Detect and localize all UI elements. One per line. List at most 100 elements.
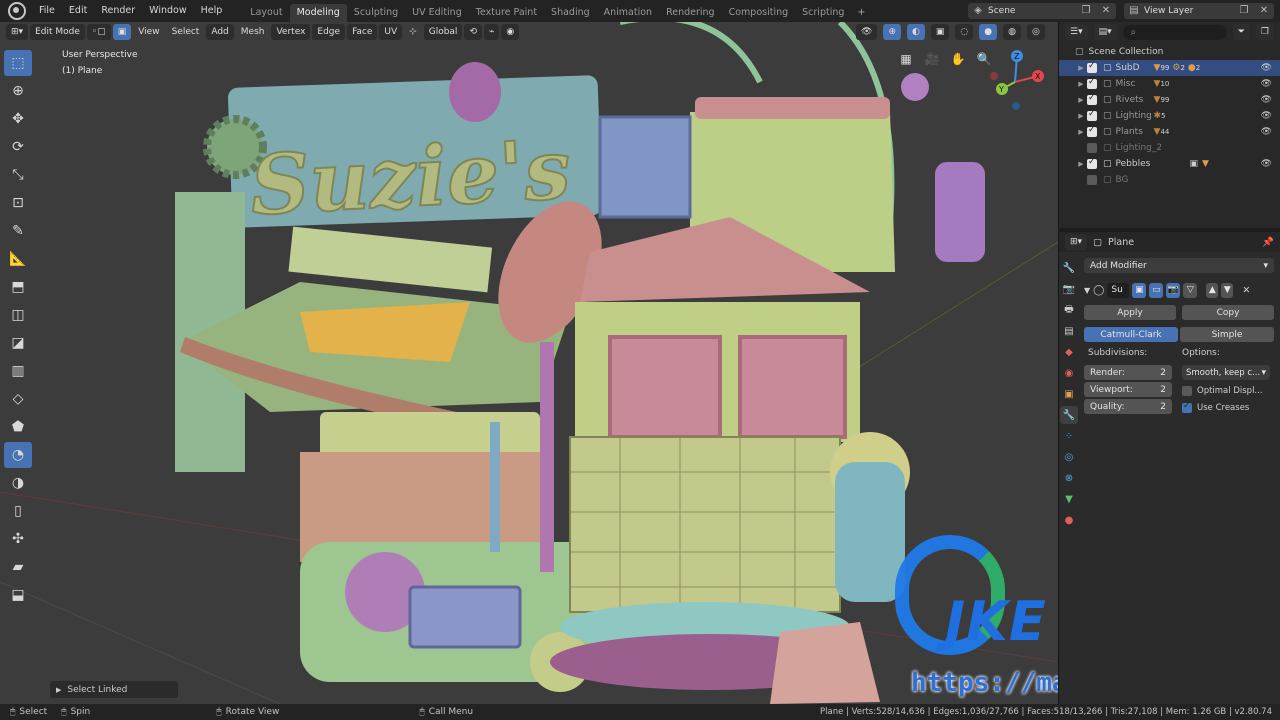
catmull-clark-button[interactable]: Catmull-Clark: [1084, 327, 1178, 342]
render-tab-icon[interactable]: 📷: [1060, 280, 1078, 298]
copy-icon[interactable]: ❐: [1080, 5, 1092, 17]
view-layer-selector[interactable]: ▤ View Layer ❐ ✕: [1124, 3, 1274, 19]
outliner-item-lighting-2[interactable]: ▢ Lighting_2: [1059, 140, 1280, 156]
loop-cut-tool-icon[interactable]: ▥: [4, 358, 32, 384]
menu-window[interactable]: Window: [142, 0, 193, 22]
rotate-tool-icon[interactable]: ⟳: [4, 134, 32, 160]
menu-help[interactable]: Help: [194, 0, 230, 22]
cursor-tool-icon[interactable]: ⊕: [4, 78, 32, 104]
pivot-icon[interactable]: ⟲: [464, 24, 482, 40]
tab-modeling[interactable]: Modeling: [289, 4, 347, 22]
menu-mesh[interactable]: Mesh: [236, 24, 270, 40]
orientation-icon[interactable]: ⊹: [404, 24, 422, 40]
physics-tab-icon[interactable]: ◎: [1060, 448, 1078, 466]
tab-scripting[interactable]: Scripting: [795, 4, 851, 22]
menu-uv[interactable]: UV: [379, 24, 403, 40]
expand-arrow-icon[interactable]: ▶: [1075, 80, 1087, 88]
collection-checkbox[interactable]: [1087, 175, 1097, 185]
object-tab-icon[interactable]: ▣: [1060, 385, 1078, 403]
collection-checkbox[interactable]: [1087, 157, 1097, 169]
tab-animation[interactable]: Animation: [597, 4, 659, 22]
smooth-tool-icon[interactable]: ◑: [4, 470, 32, 496]
move-tool-icon[interactable]: ✥: [4, 106, 32, 132]
expand-arrow-icon[interactable]: ▶: [1075, 96, 1087, 104]
editor-type-button[interactable]: ⊞▾: [6, 24, 29, 40]
outliner-item-plants[interactable]: ▶ ▢ Plants ▼44 👁: [1059, 124, 1280, 140]
copy-icon[interactable]: ❐: [1238, 5, 1250, 17]
visibility-eye-icon[interactable]: 👁: [1261, 63, 1272, 73]
orientation-selector[interactable]: Global: [423, 24, 463, 40]
collection-checkbox[interactable]: [1087, 77, 1097, 89]
menu-edge[interactable]: Edge: [312, 24, 346, 40]
viewport-levels-field[interactable]: Viewport: 2: [1084, 382, 1172, 397]
outliner-search-input[interactable]: ⌕: [1122, 24, 1227, 40]
scene-tab-icon[interactable]: ◆: [1060, 343, 1078, 361]
visibility-eye-icon[interactable]: 👁: [1261, 79, 1272, 89]
optimal-display-row[interactable]: Optimal Displ...: [1182, 383, 1270, 398]
expand-arrow-icon[interactable]: ▶: [1075, 128, 1087, 136]
gizmo-toggle-icon[interactable]: ⊕: [883, 24, 901, 40]
face-select-button[interactable]: ▣: [112, 24, 132, 40]
camera-view-icon[interactable]: 🎥: [921, 48, 943, 70]
display-mode-icon[interactable]: ▤▾: [1093, 24, 1117, 40]
blender-logo-icon[interactable]: [8, 2, 26, 20]
quality-field[interactable]: Quality: 2: [1084, 399, 1172, 414]
expand-arrow-icon[interactable]: ▶: [1075, 112, 1087, 120]
visibility-eye-icon[interactable]: 👁: [1261, 95, 1272, 105]
tab-sculpting[interactable]: Sculpting: [347, 4, 405, 22]
shading-rendered-icon[interactable]: ◎: [1026, 24, 1045, 40]
outliner-item-misc[interactable]: ▶ ▢ Misc ▼10 👁: [1059, 76, 1280, 92]
constraints-tab-icon[interactable]: ⊗: [1060, 469, 1078, 487]
apply-button[interactable]: Apply: [1084, 305, 1176, 320]
shear-tool-icon[interactable]: ▰: [4, 554, 32, 580]
rip-tool-icon[interactable]: ⬓: [4, 582, 32, 608]
menu-face[interactable]: Face: [347, 24, 378, 40]
pan-hand-icon[interactable]: ✋: [947, 48, 969, 70]
tab-texture-paint[interactable]: Texture Paint: [469, 4, 544, 22]
modifier-tab-icon[interactable]: 🔧: [1060, 406, 1078, 424]
tab-rendering[interactable]: Rendering: [659, 4, 722, 22]
properties-editor-icon[interactable]: ⊞▾: [1065, 234, 1088, 250]
collection-checkbox[interactable]: [1087, 61, 1097, 73]
collection-checkbox[interactable]: [1087, 93, 1097, 105]
collection-checkbox[interactable]: [1087, 125, 1097, 137]
edit-mode-toggle-icon[interactable]: ▣: [1132, 282, 1147, 298]
visibility-eye-icon[interactable]: 👁: [1261, 111, 1272, 121]
use-creases-checkbox[interactable]: [1182, 401, 1192, 413]
transform-tool-icon[interactable]: ⊡: [4, 190, 32, 216]
shading-material-icon[interactable]: ◍: [1003, 24, 1021, 40]
data-tab-icon[interactable]: ▼: [1060, 490, 1078, 508]
render-toggle-icon[interactable]: 📷: [1166, 282, 1181, 298]
tab-uv-editing[interactable]: UV Editing: [405, 4, 469, 22]
filter-icon[interactable]: ⏷: [1232, 24, 1250, 40]
scale-tool-icon[interactable]: ⤡: [4, 162, 32, 188]
new-collection-icon[interactable]: ❐: [1255, 24, 1274, 40]
menu-vertex[interactable]: Vertex: [271, 24, 311, 40]
outliner-item-lighting[interactable]: ▶ ▢ Lighting ✱5 👁: [1059, 108, 1280, 124]
render-levels-field[interactable]: Render: 2: [1084, 365, 1172, 380]
proportional-icon[interactable]: ◉: [501, 24, 520, 40]
modifier-name-field[interactable]: Su: [1107, 282, 1130, 298]
menu-file[interactable]: File: [32, 0, 62, 22]
collection-checkbox[interactable]: [1087, 143, 1097, 153]
optimal-display-checkbox[interactable]: [1182, 385, 1192, 396]
last-operator-panel[interactable]: ▶ Select Linked: [50, 681, 178, 698]
tab-shading[interactable]: Shading: [544, 4, 597, 22]
extrude-tool-icon[interactable]: ⬒: [4, 274, 32, 300]
visibility-eye-icon[interactable]: 👁: [1261, 159, 1272, 169]
tool-tab-icon[interactable]: 🔧: [1060, 259, 1078, 277]
outliner-item-bg[interactable]: ▢ BG: [1059, 172, 1280, 188]
spin-tool-icon[interactable]: ◔: [4, 442, 32, 468]
select-box-tool-icon[interactable]: ⬚: [4, 50, 32, 76]
mode-selector[interactable]: Edit Mode: [30, 24, 85, 40]
pin-icon[interactable]: 📌: [1262, 237, 1274, 248]
scene-selector[interactable]: ◈ Scene ❐ ✕: [968, 3, 1116, 19]
outliner-item-rivets[interactable]: ▶ ▢ Rivets ▼99 👁: [1059, 92, 1280, 108]
remove-modifier-icon[interactable]: ✕: [1242, 285, 1250, 296]
shading-solid-icon[interactable]: ●: [979, 24, 998, 40]
move-down-icon[interactable]: ▼: [1221, 282, 1234, 298]
realtime-toggle-icon[interactable]: ▭: [1149, 282, 1164, 298]
view-layer-tab-icon[interactable]: ▤: [1060, 322, 1078, 340]
axis-gizmo[interactable]: Z X Y: [980, 44, 1050, 114]
menu-add[interactable]: Add: [206, 24, 234, 40]
